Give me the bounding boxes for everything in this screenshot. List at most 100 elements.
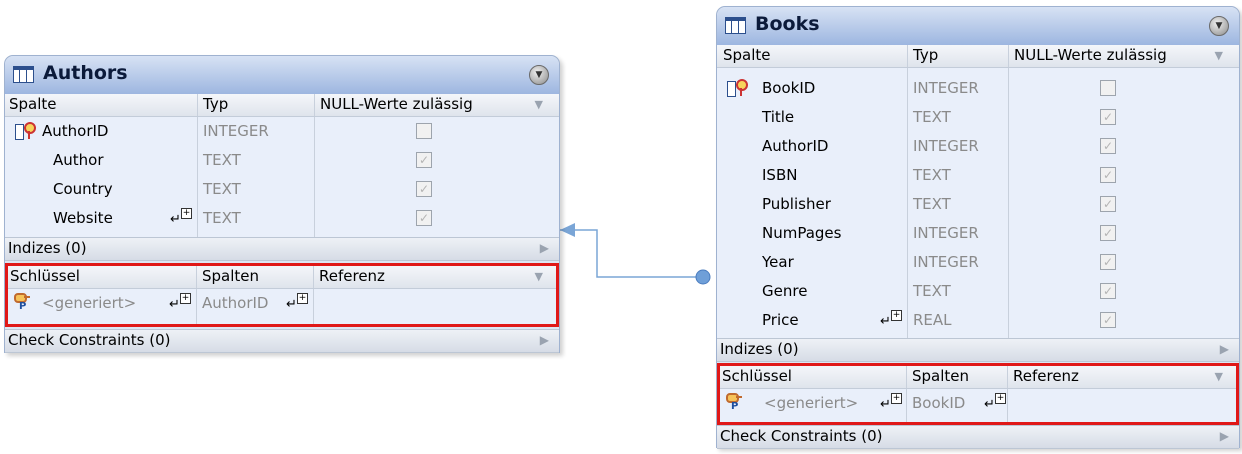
- nullable-checkbox[interactable]: ✓: [1100, 312, 1116, 328]
- column-row[interactable]: Country TEXT ✓: [5, 175, 559, 204]
- nullable-checkbox[interactable]: ✓: [416, 152, 432, 168]
- column-name[interactable]: Country: [53, 180, 113, 198]
- column-row[interactable]: Genre TEXT ✓: [717, 277, 1239, 306]
- column-row[interactable]: NumPages INTEGER ✓: [717, 219, 1239, 248]
- column-name[interactable]: Title: [762, 108, 794, 126]
- stack-expand-icon[interactable]: + ↵: [170, 208, 192, 226]
- stack-expand-icon[interactable]: + ↵: [286, 293, 308, 311]
- column-row[interactable]: BookID INTEGER: [717, 74, 1239, 103]
- key-columns[interactable]: AuthorID: [202, 294, 268, 312]
- column-row[interactable]: Author TEXT ✓: [5, 146, 559, 175]
- column-type[interactable]: TEXT: [203, 209, 241, 227]
- keys-header-columns[interactable]: Spalten: [202, 267, 259, 285]
- table-icon: [725, 17, 746, 34]
- column-name[interactable]: Website: [53, 209, 113, 227]
- keys-header-reference[interactable]: Referenz: [319, 267, 385, 285]
- column-header-nullable[interactable]: NULL-Werte zulässig: [1014, 46, 1167, 64]
- column-name[interactable]: Price: [762, 311, 799, 329]
- column-type[interactable]: TEXT: [203, 180, 241, 198]
- expand-arrow-icon[interactable]: ▶: [1220, 342, 1229, 356]
- nullable-checkbox[interactable]: ✓: [1100, 254, 1116, 270]
- authors-indexes-section[interactable]: Indizes (0) ▶: [5, 237, 559, 261]
- column-header-name[interactable]: Spalte: [9, 95, 57, 113]
- sort-triangle-icon[interactable]: ▼: [535, 98, 543, 111]
- column-type[interactable]: INTEGER: [203, 122, 269, 140]
- books-table[interactable]: Books ▼ Spalte Typ NULL-Werte zulässig ▼…: [716, 6, 1240, 449]
- stack-expand-icon[interactable]: + ↵: [880, 310, 902, 328]
- nullable-checkbox[interactable]: ✓: [1100, 138, 1116, 154]
- nullable-checkbox[interactable]: [416, 123, 432, 139]
- column-name[interactable]: AuthorID: [42, 122, 108, 140]
- column-type[interactable]: INTEGER: [913, 253, 979, 271]
- collapse-icon[interactable]: ▼: [529, 65, 549, 85]
- column-name[interactable]: AuthorID: [762, 137, 828, 155]
- column-name[interactable]: Author: [53, 151, 104, 169]
- nullable-checkbox[interactable]: ✓: [1100, 196, 1116, 212]
- column-header-name[interactable]: Spalte: [723, 46, 771, 64]
- column-row[interactable]: AuthorID INTEGER ✓: [717, 132, 1239, 161]
- books-table-header[interactable]: Books ▼: [717, 7, 1239, 46]
- expand-arrow-icon[interactable]: ▶: [1220, 429, 1229, 443]
- column-name[interactable]: Genre: [762, 282, 807, 300]
- column-header-nullable[interactable]: NULL-Werte zulässig: [320, 95, 473, 113]
- nullable-checkbox[interactable]: ✓: [416, 181, 432, 197]
- column-name[interactable]: Year: [762, 253, 794, 271]
- column-header-type[interactable]: Typ: [203, 95, 228, 113]
- column-row[interactable]: Title TEXT ✓: [717, 103, 1239, 132]
- keys-header-reference[interactable]: Referenz: [1013, 367, 1079, 385]
- key-row[interactable]: P <generiert> + ↵ BookID + ↵: [720, 389, 1236, 422]
- books-indexes-section[interactable]: Indizes (0) ▶: [717, 338, 1239, 362]
- column-type[interactable]: REAL: [913, 311, 952, 329]
- stack-expand-icon[interactable]: + ↵: [880, 393, 902, 411]
- key-name[interactable]: <generiert>: [42, 294, 136, 312]
- column-row[interactable]: Website + ↵ TEXT ✓: [5, 204, 559, 233]
- column-name[interactable]: NumPages: [762, 224, 841, 242]
- keys-header-key[interactable]: Schlüssel: [722, 367, 792, 385]
- authors-columns-header: Spalte Typ NULL-Werte zulässig ▼: [5, 94, 559, 117]
- column-row[interactable]: Price + ↵ REAL ✓: [717, 306, 1239, 335]
- collapse-icon[interactable]: ▼: [1209, 16, 1229, 36]
- expand-arrow-icon[interactable]: ▶: [540, 333, 549, 347]
- authors-table-title: Authors: [43, 62, 128, 84]
- column-type[interactable]: TEXT: [913, 282, 951, 300]
- column-type[interactable]: TEXT: [913, 166, 951, 184]
- authors-columns-list: AuthorID INTEGER Author TEXT ✓ Country T…: [5, 117, 559, 237]
- nullable-checkbox[interactable]: ✓: [1100, 225, 1116, 241]
- column-type[interactable]: TEXT: [203, 151, 241, 169]
- column-type[interactable]: INTEGER: [913, 79, 979, 97]
- column-row[interactable]: Publisher TEXT ✓: [717, 190, 1239, 219]
- authors-check-constraints-section[interactable]: Check Constraints (0) ▶: [5, 329, 559, 353]
- key-columns[interactable]: BookID: [912, 394, 965, 412]
- column-type[interactable]: TEXT: [913, 108, 951, 126]
- column-type[interactable]: INTEGER: [913, 224, 979, 242]
- column-row[interactable]: Year INTEGER ✓: [717, 248, 1239, 277]
- nullable-checkbox[interactable]: ✓: [1100, 109, 1116, 125]
- nullable-checkbox[interactable]: ✓: [416, 210, 432, 226]
- table-icon: [13, 66, 34, 83]
- authors-table-header[interactable]: Authors ▼: [5, 56, 559, 95]
- nullable-checkbox[interactable]: ✓: [1100, 283, 1116, 299]
- keys-header-key[interactable]: Schlüssel: [10, 267, 80, 285]
- expand-arrow-icon[interactable]: ▶: [540, 241, 549, 255]
- column-name[interactable]: Publisher: [762, 195, 831, 213]
- books-check-constraints-section[interactable]: Check Constraints (0) ▶: [717, 425, 1239, 449]
- sort-triangle-icon[interactable]: ▼: [535, 270, 543, 283]
- indexes-label: Indizes (0): [8, 239, 87, 257]
- column-type[interactable]: TEXT: [913, 195, 951, 213]
- column-name[interactable]: ISBN: [762, 166, 797, 184]
- sort-triangle-icon[interactable]: ▼: [1215, 49, 1223, 62]
- column-type[interactable]: INTEGER: [913, 137, 979, 155]
- column-header-type[interactable]: Typ: [913, 46, 938, 64]
- nullable-checkbox[interactable]: ✓: [1100, 167, 1116, 183]
- key-name[interactable]: <generiert>: [764, 394, 858, 412]
- column-row[interactable]: AuthorID INTEGER: [5, 117, 559, 146]
- column-row[interactable]: ISBN TEXT ✓: [717, 161, 1239, 190]
- column-name[interactable]: BookID: [762, 79, 815, 97]
- stack-expand-icon[interactable]: + ↵: [169, 293, 191, 311]
- key-row[interactable]: P <generiert> + ↵ AuthorID + ↵: [8, 289, 556, 324]
- keys-header-columns[interactable]: Spalten: [912, 367, 969, 385]
- sort-triangle-icon[interactable]: ▼: [1215, 370, 1223, 383]
- authors-table[interactable]: Authors ▼ Spalte Typ NULL-Werte zulässig…: [4, 55, 560, 353]
- nullable-checkbox[interactable]: [1100, 80, 1116, 96]
- stack-expand-icon[interactable]: + ↵: [984, 393, 1006, 411]
